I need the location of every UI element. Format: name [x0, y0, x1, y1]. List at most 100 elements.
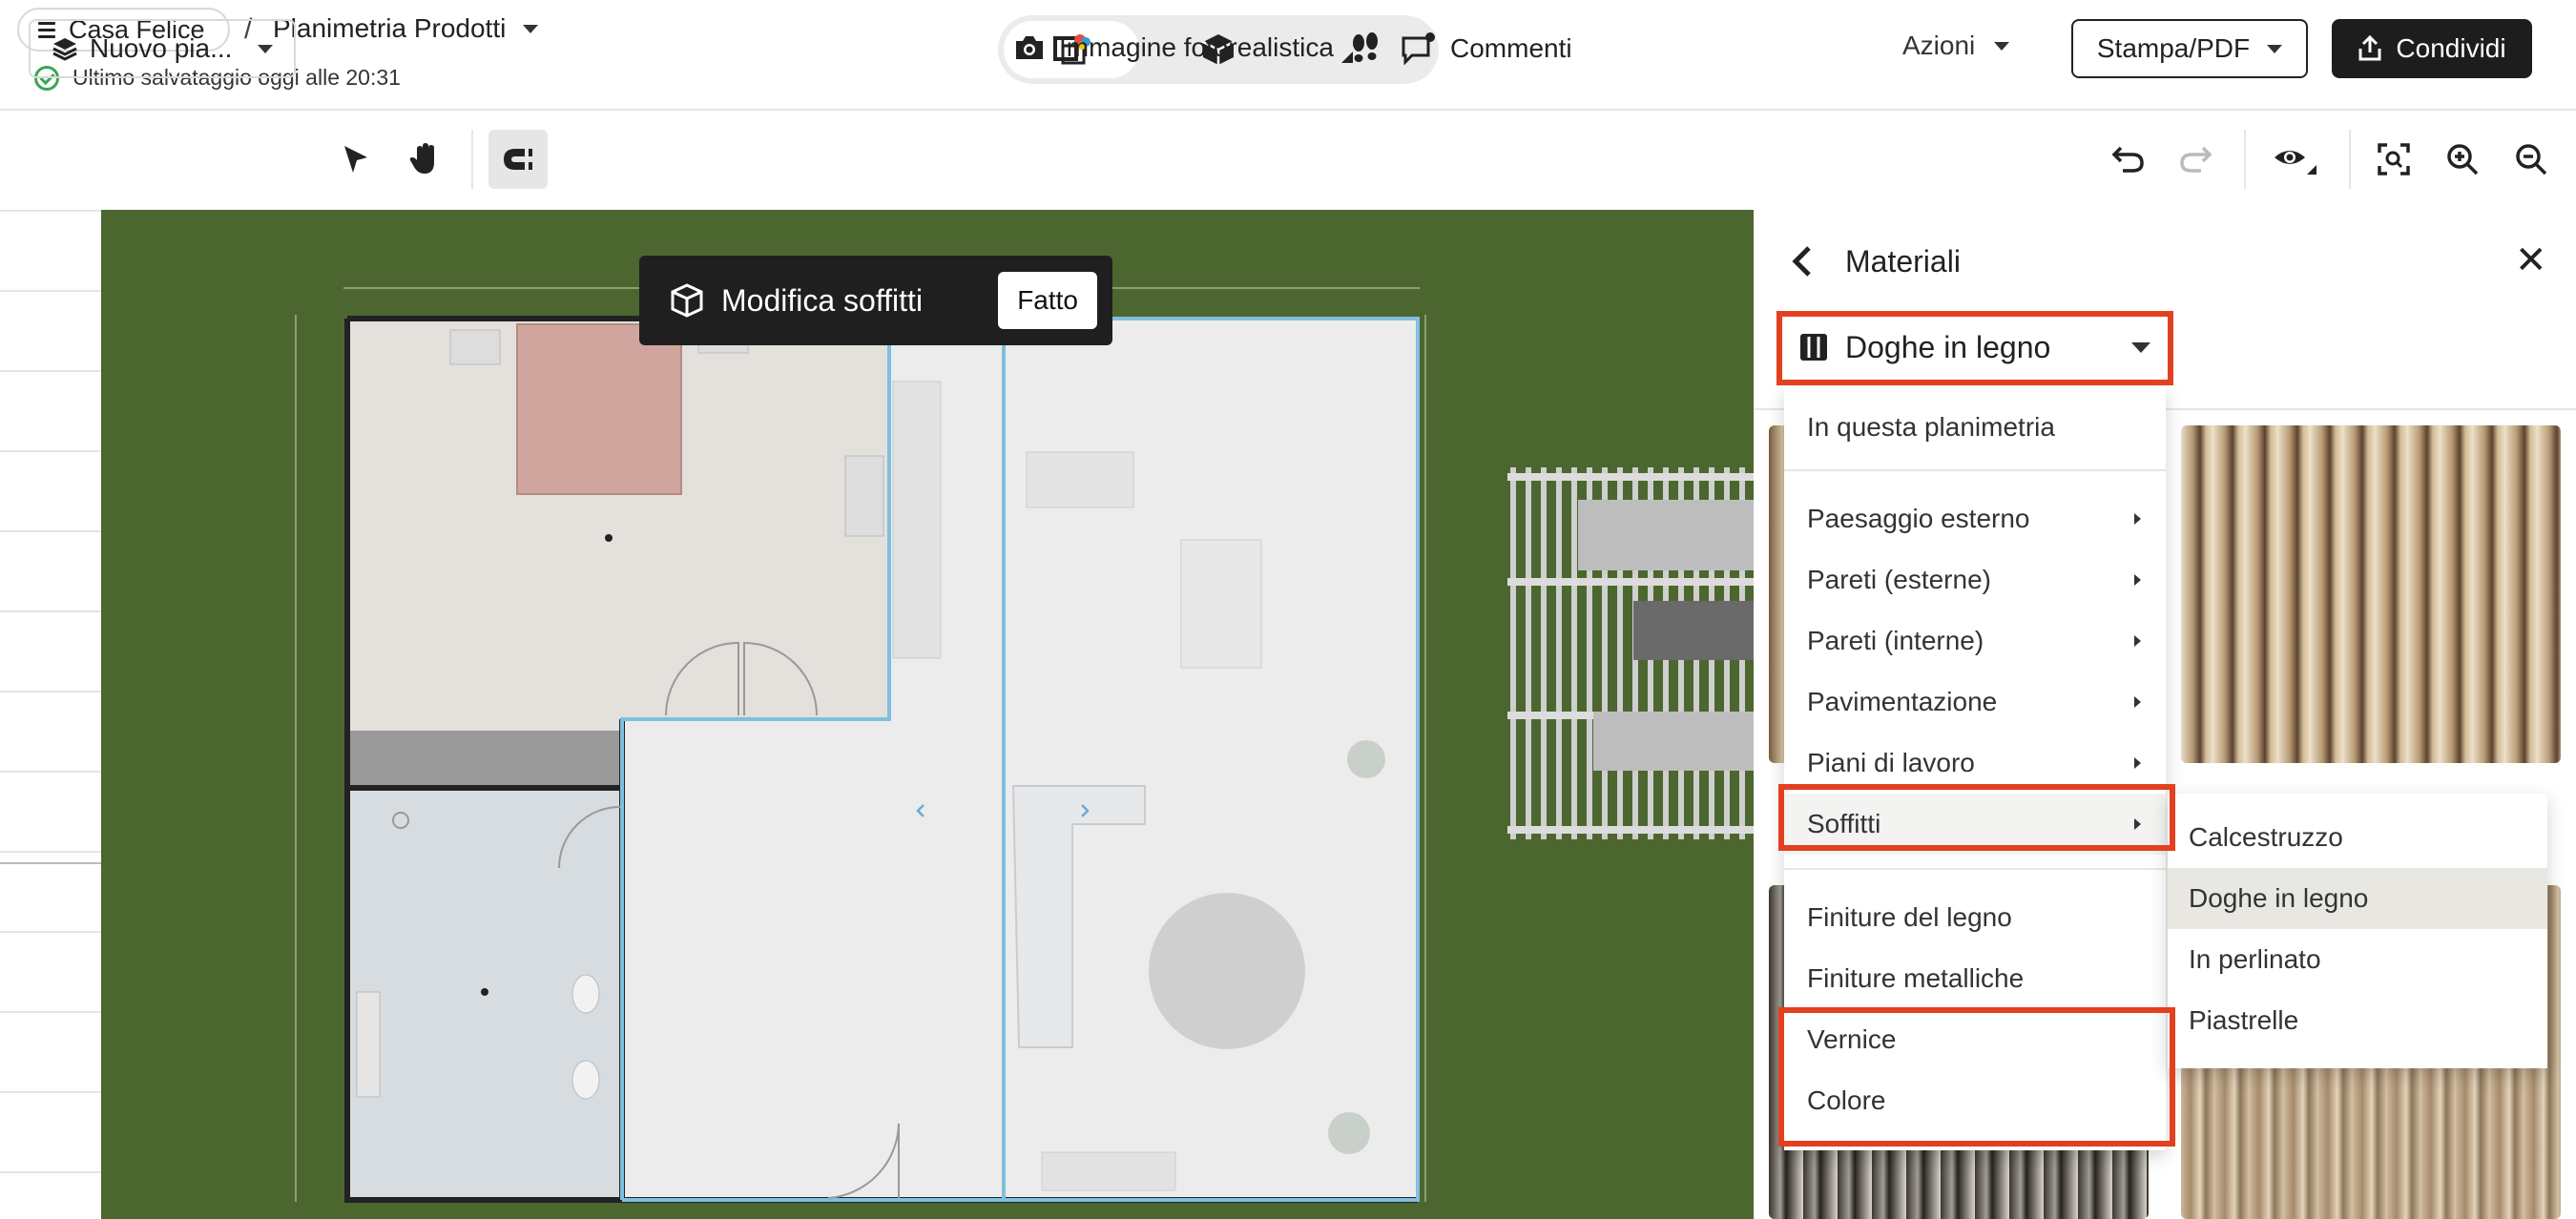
menu-divider — [1784, 469, 2166, 471]
tv-cabinet — [1041, 1151, 1176, 1191]
share-label: Condividi — [2396, 33, 2506, 63]
select-tool[interactable] — [326, 130, 385, 189]
room-marker — [605, 534, 613, 542]
submenu-item-tongue-groove[interactable]: In perlinato — [2168, 929, 2547, 990]
plant — [1347, 740, 1385, 778]
camera-icon — [1016, 36, 1043, 59]
dresser — [844, 455, 884, 537]
canvas-guide-line — [0, 862, 101, 864]
zoom-out-icon — [2516, 144, 2547, 176]
menu-item-landscape[interactable]: Paesaggio esterno — [1784, 488, 2166, 549]
focus-frame-icon — [2378, 143, 2410, 176]
toolbar-divider — [471, 130, 473, 189]
back-button[interactable] — [1788, 244, 1817, 283]
bidet — [571, 974, 600, 1014]
menu-item-wood-finishes[interactable]: Finiture del legno — [1784, 887, 2166, 948]
material-category-dropdown[interactable]: Doghe in legno — [1780, 313, 2170, 382]
plan-name: Planimetria Prodotti — [273, 13, 507, 43]
chevron-left-icon — [1792, 246, 1811, 277]
undo-icon — [2111, 146, 2144, 173]
toolbar-divider — [2244, 130, 2246, 189]
hand-icon — [409, 143, 434, 174]
chevron-down-icon — [2267, 44, 2283, 53]
outdoor-table — [1633, 601, 1754, 660]
done-button[interactable]: Fatto — [998, 272, 1097, 329]
outdoor-sofa — [1578, 500, 1754, 570]
corner-triangle-icon — [1340, 52, 1353, 63]
zoom-in-icon — [2447, 144, 2479, 176]
menu-item-paint[interactable]: Vernice — [1784, 1009, 2166, 1070]
outdoor-sofa — [1593, 712, 1754, 771]
menu-item-walls-interior[interactable]: Pareti (interne) — [1784, 610, 2166, 671]
comments-button[interactable]: Commenti — [1401, 32, 1572, 65]
undo-button[interactable] — [2099, 130, 2158, 189]
living-floor — [889, 320, 1416, 1198]
kitchen-island — [1026, 451, 1134, 508]
toolbar-divider — [2349, 130, 2351, 189]
menu-item-ceilings[interactable]: Soffitti — [1784, 794, 2166, 855]
bathroom-vanity — [356, 991, 381, 1098]
3d-box-icon — [671, 283, 703, 318]
layers-icon — [52, 38, 77, 61]
magnet-snap-tool[interactable] — [488, 130, 548, 189]
comments-label: Commenti — [1450, 33, 1572, 63]
photoreal-label: Immagine fotorealistica — [1059, 32, 1334, 62]
floor-label: Nuovo pia... — [90, 33, 233, 63]
round-rug — [1149, 893, 1305, 1049]
menu-item-flooring[interactable]: Pavimentazione — [1784, 671, 2166, 733]
plant — [1328, 1112, 1370, 1154]
zoom-in-button[interactable] — [2433, 130, 2492, 189]
pan-tool[interactable] — [395, 130, 454, 189]
kitchen-counter — [892, 381, 942, 659]
chevron-down-icon — [2131, 341, 2150, 353]
visibility-button[interactable] — [2267, 130, 2326, 189]
magnet-icon — [504, 149, 532, 170]
toilet — [571, 1060, 600, 1100]
floor-plan-canvas[interactable] — [101, 210, 1754, 1219]
room-marker — [481, 988, 488, 996]
dining-table — [1180, 539, 1262, 669]
floor-selector[interactable]: Nuovo pia... — [29, 19, 296, 78]
ceilings-submenu: Calcestruzzo Doghe in legno In perlinato… — [2168, 794, 2547, 1068]
edit-ceilings-bar: Modifica soffitti Fatto — [639, 256, 1112, 345]
comment-icon — [1402, 32, 1435, 65]
canvas-grid-area[interactable] — [0, 210, 101, 1219]
menu-item-walls-exterior[interactable]: Pareti (esterne) — [1784, 549, 2166, 610]
bed — [516, 323, 682, 495]
menu-divider — [1784, 868, 2166, 870]
menu-item-countertops[interactable]: Piani di lavoro — [1784, 733, 2166, 794]
photoreal-image-button[interactable]: Immagine fotorealistica — [1013, 32, 1353, 63]
selected-category: Doghe in legno — [1845, 329, 2051, 364]
print-pdf-button[interactable]: Stampa/PDF — [2071, 19, 2308, 78]
menu-item-metal-finishes[interactable]: Finiture metalliche — [1784, 948, 2166, 1009]
wood-planks-icon — [1800, 334, 1827, 361]
share-button[interactable]: Condividi — [2332, 19, 2532, 78]
redo-icon — [2180, 146, 2212, 173]
floor-plan-drawing — [295, 287, 1754, 1203]
chevron-down-icon — [258, 44, 273, 53]
zoom-out-button[interactable] — [2502, 130, 2561, 189]
redo-button[interactable] — [2166, 130, 2225, 189]
plan-name-dropdown[interactable]: Planimetria Prodotti — [273, 13, 539, 44]
panel-title: Materiali — [1845, 244, 1961, 279]
submenu-item-tiles[interactable]: Piastrelle — [2168, 990, 2547, 1051]
chevron-down-icon — [523, 24, 539, 33]
fit-view-button[interactable] — [2364, 130, 2423, 189]
chevron-down-icon — [1994, 41, 2010, 51]
closet-floor — [349, 731, 622, 790]
hall-floor — [622, 719, 891, 1198]
submenu-item-concrete[interactable]: Calcestruzzo — [2168, 807, 2547, 868]
material-swatch[interactable] — [2181, 425, 2561, 763]
edit-ceilings-title: Modifica soffitti — [721, 282, 924, 318]
cursor-arrow-icon — [344, 146, 367, 173]
menu-item-in-plan[interactable]: In questa planimetria — [1784, 397, 2166, 458]
actions-label: Azioni — [1902, 31, 1976, 60]
menu-item-color[interactable]: Colore — [1784, 1070, 2166, 1131]
nightstand — [449, 329, 501, 365]
category-menu: In questa planimetria Paesaggio esterno … — [1784, 387, 2166, 1150]
actions-dropdown[interactable]: Azioni — [1902, 31, 2010, 61]
close-button[interactable]: ✕ — [2515, 238, 2547, 282]
eye-icon — [2275, 151, 2316, 175]
submenu-item-wood-slats[interactable]: Doghe in legno — [2168, 868, 2547, 929]
share-icon — [2358, 35, 2381, 61]
